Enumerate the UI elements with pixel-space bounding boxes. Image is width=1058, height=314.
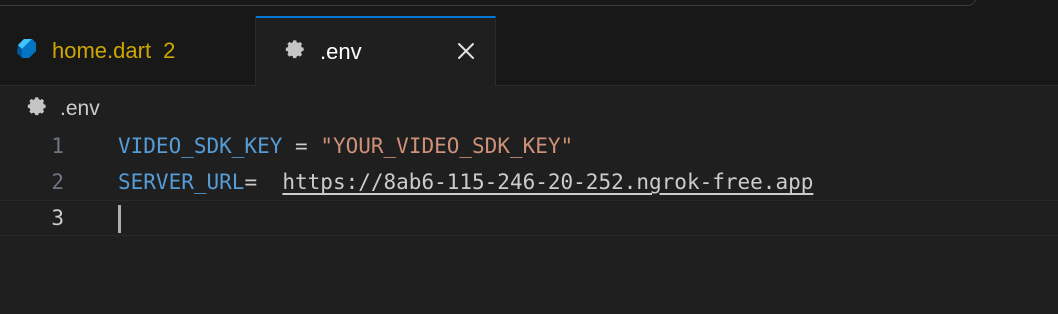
breadcrumb-label: .env — [60, 97, 100, 120]
tab-label: .env — [320, 39, 362, 64]
line-number: 3 — [51, 206, 64, 230]
tab-bar: home.dart 2 .env — [0, 16, 1058, 86]
code-line[interactable]: 2 SERVER_URL= https://8ab6-115-246-20-25… — [0, 164, 1058, 200]
line-content: SERVER_URL= https://8ab6-115-246-20-252.… — [118, 170, 813, 194]
line-number: 2 — [51, 170, 64, 194]
env-key: VIDEO_SDK_KEY — [118, 134, 283, 158]
text-cursor — [118, 205, 121, 233]
tab-env[interactable]: .env — [256, 16, 496, 86]
title-frame — [0, 0, 976, 6]
env-key: SERVER_URL — [118, 170, 245, 194]
dart-icon — [14, 36, 38, 66]
code-line[interactable]: 1 VIDEO_SDK_KEY = "YOUR_VIDEO_SDK_KEY" — [0, 128, 1058, 164]
problems-count-badge: 2 — [163, 37, 176, 63]
assignment-operator: = — [282, 134, 321, 158]
code-line-current[interactable]: 3 — [0, 200, 1058, 236]
env-value-link[interactable]: https://8ab6-115-246-20-252.ngrok-free.a… — [282, 170, 813, 194]
line-content: VIDEO_SDK_KEY = "YOUR_VIDEO_SDK_KEY" — [118, 134, 573, 158]
gear-icon — [26, 95, 48, 123]
tab-home-dart[interactable]: home.dart 2 — [0, 16, 256, 85]
close-icon[interactable] — [455, 40, 477, 62]
line-number: 1 — [51, 134, 64, 158]
tab-label: home.dart — [52, 37, 152, 63]
gear-icon — [284, 38, 306, 66]
window-top-strip — [0, 0, 1058, 16]
env-value-string: "YOUR_VIDEO_SDK_KEY" — [320, 134, 574, 158]
breadcrumb[interactable]: .env — [26, 94, 100, 124]
assignment-operator: = — [244, 170, 283, 194]
